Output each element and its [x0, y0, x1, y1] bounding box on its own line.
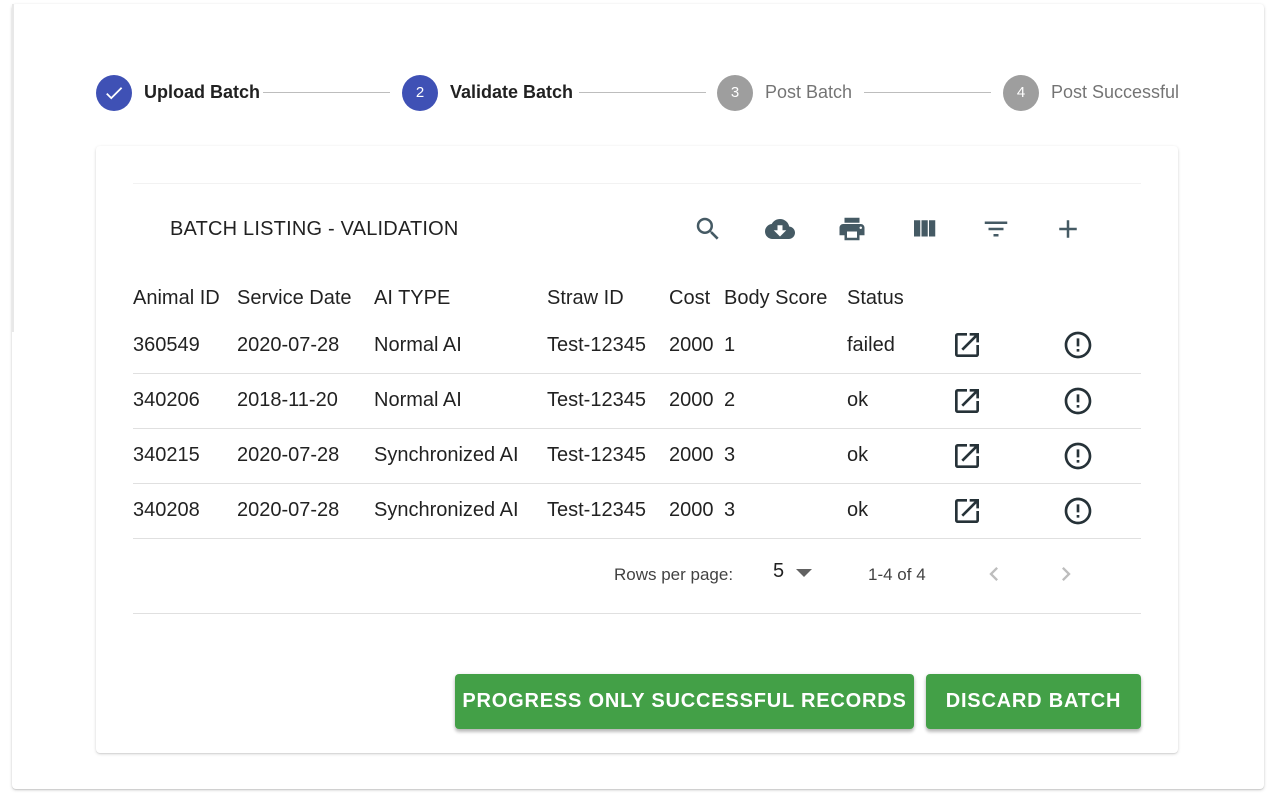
batch-table: Animal ID Service Date AI TYPE Straw ID … [133, 278, 1141, 539]
table-pagination: Rows per page: 5 1-4 of 4 [133, 553, 1141, 597]
column-header[interactable]: Status [847, 278, 951, 318]
view-columns-icon[interactable] [904, 209, 944, 249]
previous-page-button[interactable] [979, 559, 1009, 589]
cell-cost: 2000 [669, 373, 724, 429]
step-number-badge: 3 [717, 74, 753, 111]
open-in-new-icon[interactable] [951, 318, 1062, 374]
left-edge-divider [12, 4, 14, 332]
cell-ai-type: Normal AI [374, 373, 547, 429]
table-row: 360549 2020-07-28 Normal AI Test-12345 2… [133, 318, 1141, 374]
column-header[interactable]: Animal ID [133, 278, 237, 318]
error-outline-icon[interactable] [1062, 428, 1141, 484]
cell-body-score: 1 [724, 318, 847, 374]
batch-stepper: Upload Batch 2 Validate Batch 3 Post Bat… [96, 74, 1179, 111]
error-outline-icon[interactable] [1062, 373, 1141, 429]
table-row: 340208 2020-07-28 Synchronized AI Test-1… [133, 483, 1141, 539]
cell-body-score: 2 [724, 373, 847, 429]
error-outline-icon[interactable] [1062, 318, 1141, 374]
table-title: BATCH LISTING - VALIDATION [170, 218, 459, 240]
table-row: 340215 2020-07-28 Synchronized AI Test-1… [133, 428, 1141, 484]
cell-status: ok [847, 428, 951, 484]
cell-service-date: 2020-07-28 [237, 483, 374, 539]
cell-service-date: 2020-07-28 [237, 428, 374, 484]
cell-ai-type: Synchronized AI [374, 428, 547, 484]
cell-ai-type: Synchronized AI [374, 483, 547, 539]
column-header[interactable]: Straw ID [547, 278, 669, 318]
step-label: Validate Batch [450, 82, 574, 102]
cell-cost: 2000 [669, 483, 724, 539]
error-outline-icon[interactable] [1062, 483, 1141, 539]
cell-body-score: 3 [724, 483, 847, 539]
table-header-row: Animal ID Service Date AI TYPE Straw ID … [133, 278, 1141, 318]
step-upload-batch[interactable]: Upload Batch [96, 74, 260, 111]
cell-straw-id: Test-12345 [547, 483, 669, 539]
open-in-new-icon[interactable] [951, 373, 1062, 429]
cell-ai-type: Normal AI [374, 318, 547, 374]
cell-body-score: 3 [724, 428, 847, 484]
step-label: Post Successful [1051, 82, 1180, 102]
cell-animal-id: 340206 [133, 373, 237, 429]
batch-table-container: BATCH LISTING - VALIDATION Animal ID Ser… [133, 183, 1141, 614]
column-header[interactable]: AI TYPE [374, 278, 547, 318]
step-label: Upload Batch [144, 82, 261, 102]
next-page-button[interactable] [1051, 559, 1081, 589]
rows-per-page-value: 5 [773, 560, 785, 582]
rows-per-page-label: Rows per page: [614, 565, 734, 584]
step-post-batch[interactable]: 3 Post Batch [717, 74, 852, 111]
open-in-new-icon[interactable] [951, 483, 1062, 539]
table-row: 340206 2018-11-20 Normal AI Test-12345 2… [133, 373, 1141, 429]
cell-animal-id: 360549 [133, 318, 237, 374]
cell-status: ok [847, 373, 951, 429]
cell-animal-id: 340208 [133, 483, 237, 539]
step-connector [579, 92, 706, 93]
chevron-right-icon [1062, 567, 1071, 581]
step-number-badge: 2 [402, 74, 438, 111]
discard-batch-button[interactable]: DISCARD BATCH [926, 674, 1141, 729]
cloud-download-icon[interactable] [760, 209, 800, 249]
progress-successful-records-button[interactable]: PROGRESS ONLY SUCCESSFUL RECORDS [455, 674, 914, 729]
cell-service-date: 2018-11-20 [237, 373, 374, 429]
check-icon [96, 74, 132, 111]
batch-card: BATCH LISTING - VALIDATION Animal ID Ser… [96, 146, 1178, 753]
cell-straw-id: Test-12345 [547, 318, 669, 374]
filter-list-icon[interactable] [976, 209, 1016, 249]
cell-cost: 2000 [669, 318, 724, 374]
step-number-badge: 4 [1003, 74, 1039, 111]
open-in-new-icon[interactable] [951, 428, 1062, 484]
cell-status: failed [847, 318, 951, 374]
step-validate-batch[interactable]: 2 Validate Batch [402, 74, 573, 111]
step-label: Post Batch [765, 82, 853, 102]
pagination-range: 1-4 of 4 [868, 565, 926, 584]
cell-service-date: 2020-07-28 [237, 318, 374, 374]
column-header-actions [1062, 278, 1141, 318]
step-connector [263, 92, 390, 93]
column-header[interactable]: Service Date [237, 278, 374, 318]
cell-straw-id: Test-12345 [547, 373, 669, 429]
arrow-drop-down-icon [796, 568, 813, 577]
add-icon[interactable] [1048, 209, 1088, 249]
step-post-successful[interactable]: 4 Post Successful [1003, 74, 1179, 111]
search-icon[interactable] [688, 209, 728, 249]
chevron-left-icon [989, 567, 998, 581]
print-icon[interactable] [832, 209, 872, 249]
column-header[interactable]: Body Score [724, 278, 847, 318]
rows-per-page-select[interactable]: 5 [773, 560, 813, 583]
step-connector [864, 92, 991, 93]
cell-animal-id: 340215 [133, 428, 237, 484]
cell-cost: 2000 [669, 428, 724, 484]
column-header-actions [951, 278, 1062, 318]
cell-status: ok [847, 483, 951, 539]
column-header[interactable]: Cost [669, 278, 724, 318]
cell-straw-id: Test-12345 [547, 428, 669, 484]
